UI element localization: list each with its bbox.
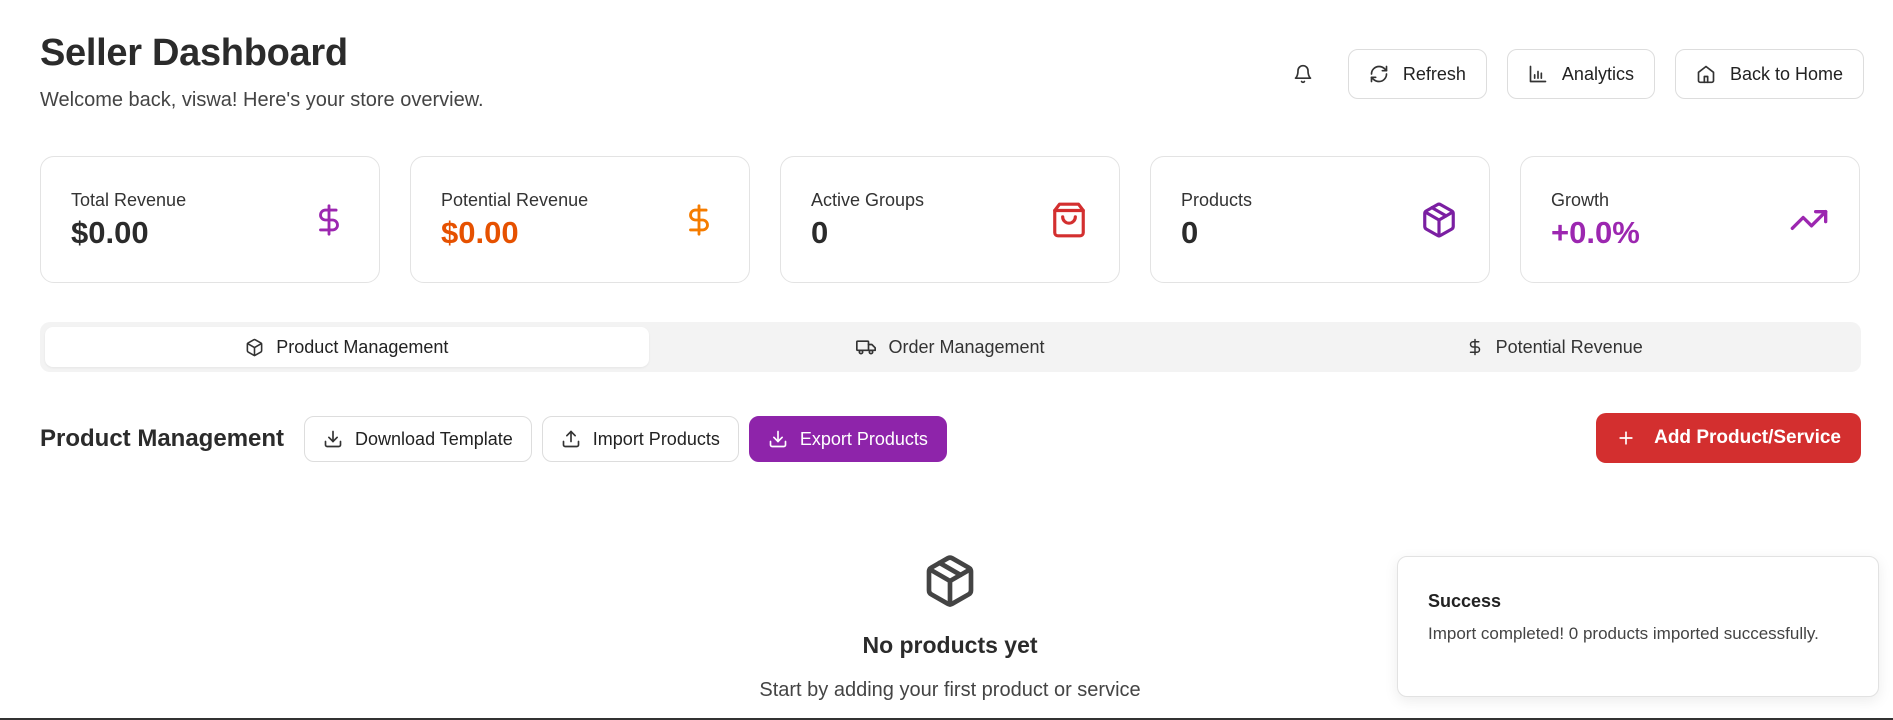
dollar-icon (309, 200, 349, 240)
trending-up-icon (1789, 200, 1829, 240)
analytics-button[interactable]: Analytics (1506, 49, 1655, 99)
stat-label: Active Groups (811, 190, 925, 210)
download-icon (769, 430, 787, 448)
empty-state-title: No products yet (862, 632, 1038, 658)
stat-label: Products (1181, 190, 1253, 210)
refresh-label: Refresh (1402, 63, 1466, 84)
truck-icon (856, 340, 877, 355)
shopping-bag-icon (1049, 200, 1089, 240)
page-title: Seller Dashboard (40, 32, 348, 74)
section-title: Product Management (40, 425, 285, 452)
stat-label: Growth (1551, 190, 1610, 210)
back-to-home-button[interactable]: Back to Home (1674, 49, 1864, 99)
import-products-button[interactable]: Import Products (541, 416, 739, 462)
tab-order-management[interactable]: Order Management (649, 327, 1253, 367)
page-subtitle: Welcome back, viswa! Here's your store o… (40, 89, 484, 111)
toast-message: Import completed! 0 products imported su… (1428, 624, 1819, 643)
refresh-button[interactable]: Refresh (1347, 49, 1487, 99)
add-product-button[interactable]: Add Product/Service (1596, 413, 1861, 463)
tab-label: Product Management (276, 336, 449, 357)
stat-value: $0.00 (71, 215, 149, 250)
package-icon (246, 338, 263, 356)
stat-value: $0.00 (441, 215, 519, 250)
stat-card-active-groups: Active Groups 0 (780, 156, 1120, 283)
stat-value: 0 (1181, 215, 1199, 250)
package-icon (650, 552, 1250, 610)
stat-card-potential-revenue: Potential Revenue $0.00 (410, 156, 750, 283)
dashboard-tabs: Product Management Order Management Pote… (40, 322, 1861, 372)
export-products-button[interactable]: Export Products (748, 416, 947, 462)
stats-row: Total Revenue $0.00 Potential Revenue $0… (40, 156, 1860, 283)
tab-label: Order Management (888, 336, 1045, 357)
header-actions: Refresh Analytics Back to Home (1278, 49, 1864, 99)
stat-card-growth: Growth +0.0% (1520, 156, 1860, 283)
bar-chart-icon (1529, 65, 1547, 83)
download-template-button[interactable]: Download Template (304, 416, 532, 462)
stat-value: 0 (811, 215, 829, 250)
stat-card-products: Products 0 (1150, 156, 1490, 283)
notifications-button[interactable] (1278, 49, 1328, 99)
tab-product-management[interactable]: Product Management (45, 327, 649, 367)
plus-icon (1619, 431, 1633, 445)
add-product-label: Add Product/Service (1654, 427, 1841, 448)
product-management-toolbar: Product Management Download Template Imp… (40, 413, 1861, 463)
package-icon (1419, 200, 1459, 240)
tab-potential-revenue[interactable]: Potential Revenue (1252, 327, 1856, 367)
export-products-label: Export Products (799, 428, 928, 449)
empty-state-subtitle: Start by adding your first product or se… (759, 679, 1141, 701)
stat-label: Potential Revenue (441, 190, 589, 210)
home-icon (1697, 65, 1715, 84)
refresh-icon (1370, 65, 1388, 83)
success-toast[interactable]: Success Import completed! 0 products imp… (1397, 556, 1879, 697)
stat-value: +0.0% (1551, 215, 1640, 250)
stat-card-total-revenue: Total Revenue $0.00 (40, 156, 380, 283)
empty-state: No products yet Start by adding your fir… (650, 552, 1250, 702)
import-products-label: Import Products (592, 428, 720, 449)
seller-dashboard-page: Seller Dashboard Welcome back, viswa! He… (0, 0, 1893, 720)
toast-title: Success (1428, 591, 1502, 611)
download-template-label: Download Template (355, 428, 513, 449)
dollar-icon (679, 200, 719, 240)
dollar-icon (1469, 338, 1480, 356)
back-to-home-label: Back to Home (1729, 63, 1843, 84)
upload-icon (562, 430, 580, 448)
analytics-label: Analytics (1561, 63, 1634, 84)
bell-icon (1294, 64, 1312, 84)
download-icon (324, 430, 342, 448)
tab-label: Potential Revenue (1495, 336, 1643, 357)
stat-label: Total Revenue (71, 190, 187, 210)
